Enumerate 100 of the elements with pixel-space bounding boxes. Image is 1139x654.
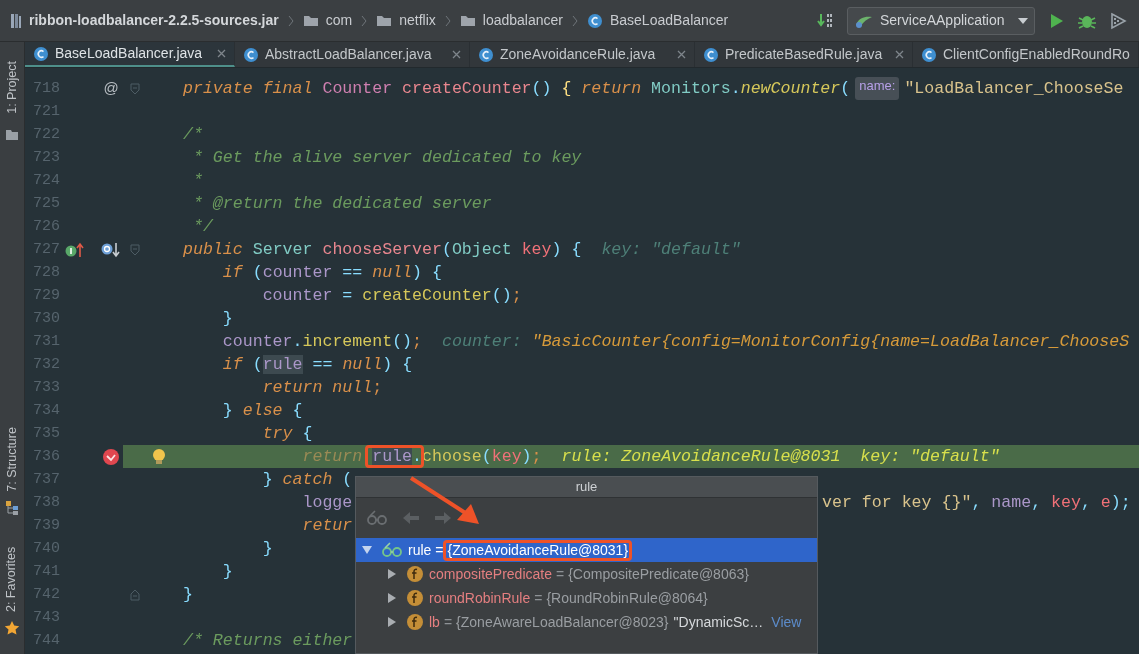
code-text: * Get the alive server dedicated to key	[191, 147, 582, 169]
chevron-icon	[444, 14, 451, 27]
code-text: counter.increment();	[221, 331, 423, 353]
tree-row[interactable]: roundRobinRule = {RoundRobinRule@8064}	[356, 586, 817, 610]
popup-title: rule	[575, 478, 598, 497]
chevron-icon	[361, 14, 368, 27]
watch-icon	[381, 542, 403, 558]
lightbulb-icon[interactable]	[151, 447, 166, 466]
close-icon[interactable]	[217, 49, 226, 58]
code-text: }	[221, 308, 233, 330]
caret-icon	[1018, 17, 1028, 24]
file-tab[interactable]: BaseLoadBalancer.java	[25, 42, 235, 67]
field-icon	[406, 613, 424, 631]
equals-sign: =	[534, 588, 543, 608]
variable-summary: "DynamicSc…	[673, 612, 764, 632]
chevron-icon	[287, 14, 294, 27]
code-text: /*	[183, 124, 203, 146]
code-text: choose(key);	[422, 446, 542, 468]
collapse-icon[interactable]	[362, 545, 372, 555]
code-text: counter = createCounter();	[261, 285, 522, 307]
tool-window-tab[interactable]: 2: Favorites	[2, 546, 22, 612]
parameter-hint: name:	[855, 77, 900, 100]
tab-label: BaseLoadBalancer.java	[55, 44, 203, 63]
code-text: if (counter == null) {	[221, 262, 442, 284]
annotation-marker: @	[103, 78, 119, 99]
run-config-dropdown[interactable]: ServiceAApplication	[847, 6, 1035, 35]
tree-row[interactable]: lb = {ZoneAwareLoadBalancer@8023} "DynamicSc… View	[356, 610, 817, 634]
code-text: if (rule == null) {	[221, 354, 413, 376]
class-icon	[703, 46, 719, 63]
code-text: public Server chooseServer(Object key) {	[183, 239, 582, 261]
breadcrumb-item[interactable]: BaseLoadBalancer	[609, 10, 729, 31]
tool-window-tab[interactable]: 7: Structure	[2, 426, 22, 492]
annotation-arrow	[409, 476, 479, 524]
overridden-icon[interactable]	[101, 241, 121, 258]
class-icon	[243, 46, 259, 63]
breakpoint-icon[interactable]	[102, 447, 120, 466]
code-text: logge	[301, 492, 353, 514]
coverage-icon[interactable]	[1109, 11, 1127, 30]
class-icon	[586, 12, 603, 29]
expand-icon[interactable]	[387, 593, 397, 603]
expand-icon[interactable]	[387, 617, 397, 627]
archive-icon	[10, 12, 22, 29]
code-text: }	[221, 561, 233, 583]
folder-icon	[302, 14, 319, 27]
debug-value: rule: ZoneAvoidanceRule@8031 key: "default"	[561, 446, 1000, 468]
code-text: *	[191, 170, 203, 192]
code-text: */	[191, 216, 213, 238]
code-text: }	[261, 538, 273, 560]
variable-value: {RoundRobinRule@8064}	[546, 588, 708, 608]
equals-sign: =	[435, 540, 444, 560]
breadcrumb-item[interactable]: ribbon-loadbalancer-2.2.5-sources.jar	[29, 10, 279, 31]
field-icon	[406, 589, 424, 607]
code-text: }	[183, 584, 193, 606]
variable-name: compositePredicate	[429, 564, 552, 584]
breadcrumb-item[interactable]: netflix	[399, 10, 436, 31]
tree-row[interactable]: rule = {ZoneAvoidanceRule@8031}	[356, 538, 817, 562]
folder-icon[interactable]	[5, 128, 19, 142]
build-icon[interactable]	[817, 11, 835, 30]
inline-hint: counter:	[442, 331, 522, 353]
breadcrumb-item[interactable]: com	[325, 10, 353, 31]
variable-name: lb	[429, 612, 440, 632]
code-text: return	[301, 446, 364, 468]
expand-icon[interactable]	[387, 569, 397, 579]
code-text: * @return the dedicated server	[191, 193, 492, 215]
debug-value: "BasicCounter{config=MonitorConfig{name=LoadBalancer_ChooseS	[531, 331, 1130, 353]
close-icon[interactable]	[452, 50, 461, 59]
variable-value: {ZoneAvoidanceRule@8031}	[447, 541, 629, 558]
folder-icon	[376, 14, 393, 27]
variable-value: {CompositePredicate@8063}	[568, 564, 749, 584]
code-text: } else {	[221, 400, 303, 422]
equals-sign: =	[555, 564, 565, 584]
code-text: "LoadBalancer_ChooseSe	[904, 78, 1124, 100]
class-icon	[478, 46, 494, 63]
variable-value: {ZoneAwareLoadBalancer@8023}	[456, 612, 669, 632]
variable-name: rule	[408, 540, 432, 560]
structure-icon[interactable]	[5, 500, 19, 516]
field-icon	[406, 565, 424, 583]
chevron-icon	[571, 14, 578, 27]
star-icon[interactable]	[4, 620, 20, 636]
code-text: ver for key {}", name, key, e);	[822, 492, 1131, 514]
tool-window-tab[interactable]: 1: Project	[2, 60, 22, 114]
code-text: try {	[261, 423, 313, 445]
code-text: } catch (	[261, 469, 353, 491]
close-icon[interactable]	[677, 50, 686, 59]
class-icon	[33, 45, 49, 62]
close-icon[interactable]	[895, 50, 904, 59]
equals-sign: =	[443, 612, 453, 632]
code-text: private final Counter createCounter() { return Monitors.newCounter(	[183, 78, 851, 100]
tab-label: PredicateBasedRule.java	[725, 45, 883, 64]
breadcrumb-item[interactable]: loadbalancer	[482, 10, 563, 31]
class-icon	[921, 46, 937, 63]
tab-label: ClientConfigEnabledRoundRo	[943, 45, 1130, 64]
implements-icon[interactable]	[65, 241, 85, 258]
code-text: /* Returns either	[183, 630, 353, 652]
folder-icon	[459, 14, 476, 27]
code-text: retur	[301, 515, 353, 537]
variable-name: roundRobinRule	[429, 588, 531, 608]
tab-label: ZoneAvoidanceRule.java	[500, 45, 656, 64]
tab-label: AbstractLoadBalancer.java	[265, 45, 432, 64]
tree-row[interactable]: compositePredicate = {CompositePredicate@8063}	[356, 562, 817, 586]
